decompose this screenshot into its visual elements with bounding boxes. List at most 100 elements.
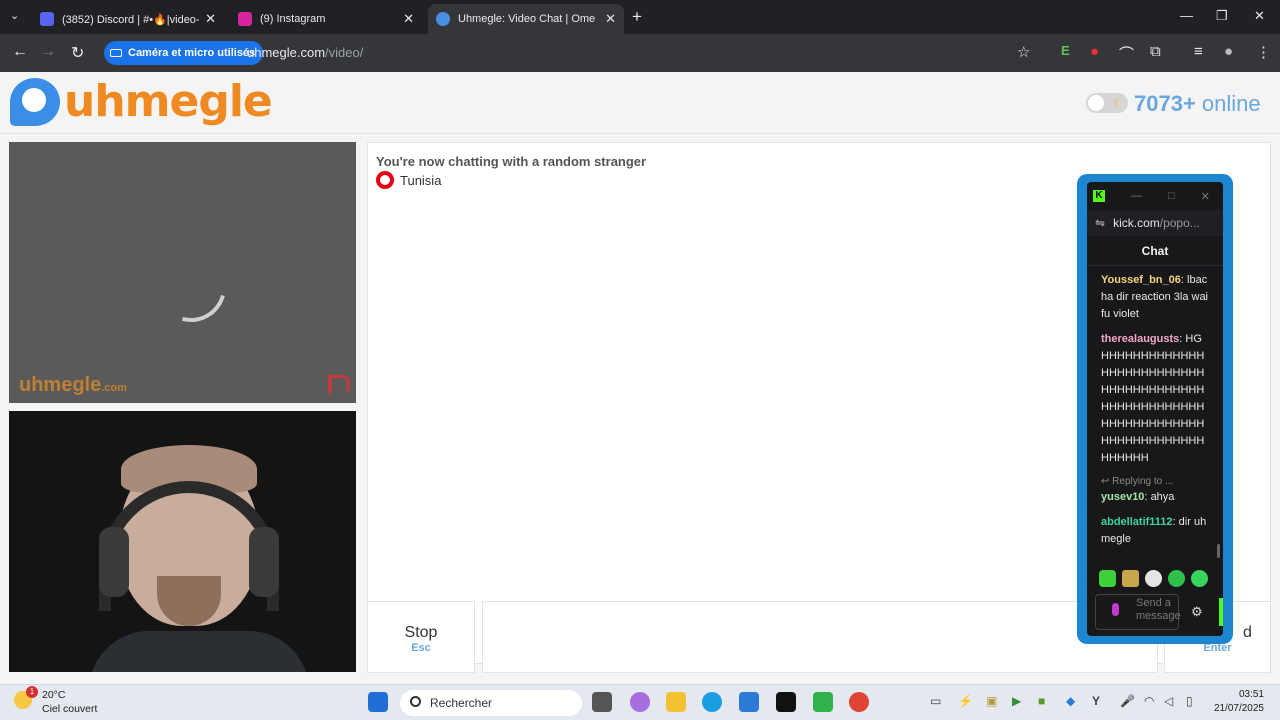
kick-url-bar[interactable]: ⇋ kick.com/popo... xyxy=(1087,210,1223,236)
emote-box-icon[interactable] xyxy=(1122,570,1139,587)
emote-face-icon[interactable] xyxy=(1145,570,1162,587)
chrome-icon[interactable] xyxy=(849,692,869,712)
kick-chat-title: Chat xyxy=(1087,236,1223,266)
kick-username[interactable]: yusev10 xyxy=(1101,491,1144,503)
tray-mic-icon[interactable]: 🎤 xyxy=(1120,694,1135,708)
emote-headphones-icon[interactable] xyxy=(1191,570,1208,587)
kick-scrollbar[interactable] xyxy=(1217,544,1220,558)
edge-icon[interactable] xyxy=(702,692,722,712)
browser-toolbar: ← → ↻ Caméra et micro utilisés uhmegle.c… xyxy=(0,34,1280,72)
tray-app-3-icon[interactable]: ▶ xyxy=(1012,694,1021,708)
kick-url-path: /popo... xyxy=(1159,216,1200,230)
tray-app-icon[interactable]: ⚡ xyxy=(958,694,973,708)
mic-icon[interactable] xyxy=(1112,603,1119,616)
app-robot-icon[interactable] xyxy=(813,692,833,712)
extensions-puzzle-icon[interactable]: ⧉ xyxy=(1150,43,1161,60)
clock-date: 21/07/2025 xyxy=(1213,703,1264,714)
camera-chip-label: Caméra et micro utilisés xyxy=(128,47,256,59)
message-input[interactable] xyxy=(482,601,1158,673)
person-shirt xyxy=(89,631,309,672)
close-tab-icon[interactable]: ✕ xyxy=(205,11,216,27)
bookmark-star-icon[interactable]: ☆ xyxy=(1017,43,1030,61)
windows-taskbar: 1 20°C Ciel couvert Rechercher ▭ ⚡ ▣ ▶ ■… xyxy=(0,684,1280,720)
windows-start-icon[interactable] xyxy=(368,692,388,712)
new-tab-icon[interactable]: + xyxy=(632,7,642,27)
online-count: 7073+ xyxy=(1134,91,1196,116)
tray-nvidia-icon[interactable]: ■ xyxy=(1038,694,1045,708)
search-icon xyxy=(410,696,421,707)
stranger-country: Tunisia xyxy=(376,171,441,189)
file-explorer-icon[interactable] xyxy=(666,692,686,712)
logo-text[interactable]: uhmegle xyxy=(64,76,273,127)
task-view-icon[interactable] xyxy=(592,692,612,712)
kick-reply-text: Replying to ... xyxy=(1112,476,1174,487)
watermark-text: uhmegle xyxy=(19,374,102,396)
extension-red-icon[interactable]: ● xyxy=(1090,43,1099,60)
copilot-icon[interactable] xyxy=(630,692,650,712)
search-label: Rechercher xyxy=(430,696,493,710)
kick-titlebar: K — □ ✕ xyxy=(1087,182,1223,210)
system-clock[interactable]: 03:51 21/07/2025 xyxy=(1208,688,1264,716)
tray-app-4-icon[interactable]: ◆ xyxy=(1066,694,1075,708)
kick-reply-indicator: ↩ Replying to ... xyxy=(1101,476,1174,487)
site-settings-icon[interactable]: ⇋ xyxy=(1095,216,1105,230)
media-control-icon[interactable]: ≡ xyxy=(1194,43,1203,60)
back-icon[interactable]: ← xyxy=(12,43,28,61)
report-flag-icon[interactable] xyxy=(328,375,350,395)
tray-app-2-icon[interactable]: ▣ xyxy=(986,694,997,708)
kick-close-icon[interactable]: ✕ xyxy=(1201,190,1210,203)
moon-icon: ☾ xyxy=(1113,96,1124,110)
close-tab-icon[interactable]: ✕ xyxy=(403,11,414,27)
kick-settings-gear-icon[interactable]: ⚙ xyxy=(1191,604,1203,620)
minimize-icon[interactable]: — xyxy=(1180,8,1193,23)
url-domain: uhmegle.com xyxy=(247,45,326,60)
kick-send-button[interactable] xyxy=(1219,598,1223,626)
close-tab-icon[interactable]: ✕ xyxy=(605,11,616,27)
extension-arch-icon[interactable]: ⌒ xyxy=(1119,43,1134,64)
dark-mode-toggle[interactable]: ☾ xyxy=(1086,93,1128,113)
weather-widget[interactable]: 1 20°C Ciel couvert xyxy=(14,686,97,716)
close-window-icon[interactable]: ✕ xyxy=(1254,8,1265,24)
kick-username[interactable]: abdellatif1112 xyxy=(1101,516,1173,528)
kick-url-domain: kick.com xyxy=(1113,216,1160,230)
kick-username[interactable]: therealaugusts xyxy=(1101,333,1179,345)
kick-message-input[interactable]: Send a message xyxy=(1095,594,1181,630)
tab-search-icon[interactable]: ⌄ xyxy=(10,9,19,22)
reload-icon[interactable]: ↻ xyxy=(71,43,84,63)
camera-icon xyxy=(110,49,122,57)
kick-minimize-icon[interactable]: — xyxy=(1131,190,1142,202)
tray-chevron-icon[interactable]: ▭ xyxy=(930,694,941,708)
camera-mic-chip[interactable]: Caméra et micro utilisés xyxy=(104,41,264,65)
restore-icon[interactable]: ❐ xyxy=(1216,8,1228,24)
uhmegle-icon xyxy=(436,12,450,26)
tab-title: (9) Instagram xyxy=(260,13,326,25)
tunisia-flag-icon xyxy=(376,171,394,189)
stop-label: Stop xyxy=(404,624,438,641)
extension-e-icon[interactable]: E xyxy=(1061,43,1070,58)
kick-username[interactable]: Youssef_bn_06 xyxy=(1101,274,1181,286)
stop-button[interactable]: Stop Esc xyxy=(367,601,475,673)
wifi-icon[interactable]: ◠ xyxy=(1144,694,1154,708)
tray-y-icon[interactable]: Y xyxy=(1092,694,1100,708)
emote-green-icon[interactable] xyxy=(1099,570,1116,587)
tab-uhmegle[interactable]: Uhmegle: Video Chat | Ome ✕ xyxy=(428,4,624,34)
emote-chat-icon[interactable] xyxy=(1168,570,1185,587)
menu-dots-icon[interactable]: ⋮ xyxy=(1256,43,1271,61)
kick-message-list: Youssef_bn_06: lbacha dir reaction 3la w… xyxy=(1087,266,1223,548)
kick-chat-popup[interactable]: K — □ ✕ ⇋ kick.com/popo... Chat Youssef_… xyxy=(1077,174,1233,644)
app-y-icon[interactable] xyxy=(776,692,796,712)
kick-input-placeholder: Send a message xyxy=(1136,597,1181,622)
stranger-video: uhmegle.com xyxy=(9,142,356,403)
volume-icon[interactable]: ◁ xyxy=(1164,694,1173,708)
taskbar-search[interactable]: Rechercher xyxy=(400,690,582,716)
kick-message: Youssef_bn_06: lbacha dir reaction 3la w… xyxy=(1101,274,1209,320)
address-bar[interactable]: uhmegle.com/video/ xyxy=(247,45,363,60)
battery-icon[interactable]: ▯ xyxy=(1186,694,1193,708)
tab-discord[interactable]: (3852) Discord | #•🔥|video-r ✕ xyxy=(32,4,224,34)
site-header: uhmegle ☾ 7073+ online xyxy=(0,72,1280,134)
profile-avatar-icon[interactable]: ● xyxy=(1224,43,1233,60)
forward-icon[interactable]: → xyxy=(40,43,56,61)
store-icon[interactable] xyxy=(739,692,759,712)
tab-instagram[interactable]: (9) Instagram ✕ xyxy=(230,4,422,34)
kick-maximize-icon[interactable]: □ xyxy=(1168,190,1175,202)
